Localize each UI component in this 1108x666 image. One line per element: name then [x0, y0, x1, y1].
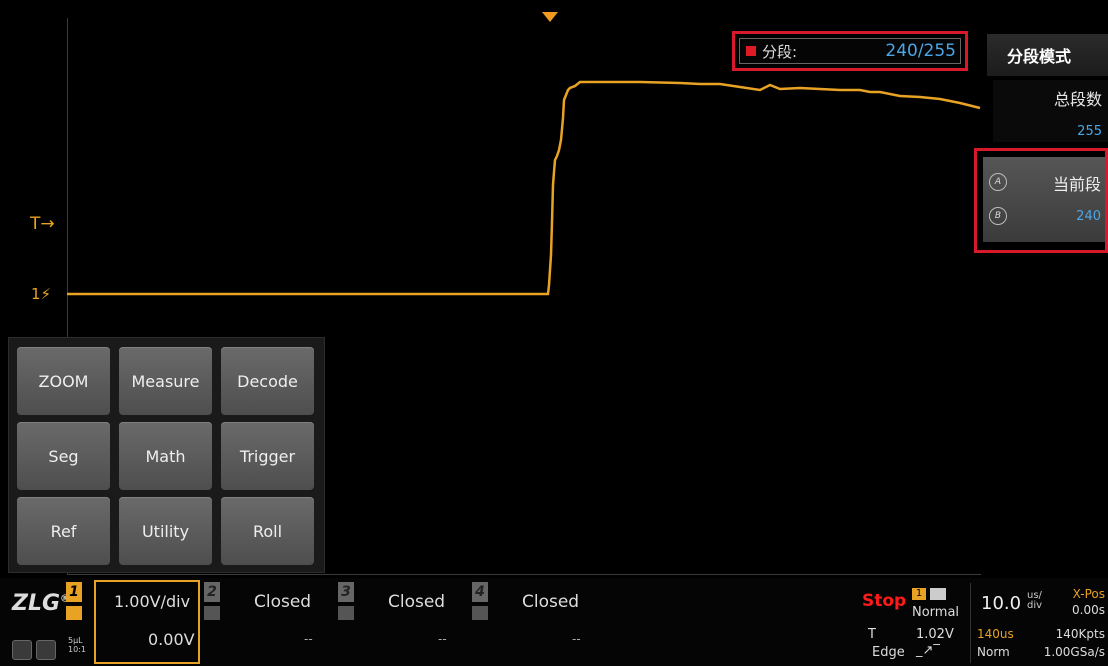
acq-mode: Norm — [977, 645, 1010, 659]
total-segments-item[interactable]: 总段数 255 — [993, 80, 1108, 142]
total-segments-value: 255 — [1077, 124, 1102, 139]
channel3-number: 3 — [338, 582, 354, 602]
channel3-status: Closed — [388, 592, 446, 612]
rising-edge-icon: _↗‾ — [916, 643, 940, 658]
coupling-icon — [472, 606, 488, 620]
timebase-unit: us/ div — [1027, 590, 1043, 611]
coupling-icon — [66, 606, 82, 620]
run-state[interactable]: Stop — [862, 591, 906, 611]
current-segment-value: 240 — [1076, 209, 1101, 224]
channel1-number: 1 — [66, 582, 82, 602]
trigger-source: 1 — [912, 588, 926, 600]
channel4-status: Closed — [522, 592, 580, 612]
trigger-type: Edge — [872, 645, 905, 660]
seg-button[interactable]: Seg — [17, 422, 110, 490]
trigger-level: 1.02V — [916, 627, 954, 642]
record-square-icon — [746, 46, 756, 56]
channel1-probe: 5μL 10:1 — [68, 636, 86, 654]
segment-value: 240/255 — [885, 41, 956, 61]
knob-b-icon: B — [989, 207, 1007, 225]
settings-icon[interactable] — [12, 640, 32, 660]
channel1-ground-marker[interactable]: 1⚡ — [31, 285, 51, 303]
current-segment-highlight: A B 当前段 240 — [974, 148, 1108, 253]
roll-button[interactable]: Roll — [221, 497, 314, 565]
channel1-vdiv: 1.00V/div — [114, 592, 191, 611]
trigger-mode-icon — [930, 588, 946, 600]
current-segment-item[interactable]: A B 当前段 240 — [983, 157, 1105, 242]
channel2-panel[interactable]: 2 Closed -- — [204, 580, 334, 666]
coupling-icon — [338, 606, 354, 620]
knob-a-icon: A — [989, 173, 1007, 191]
coupling-icon — [204, 606, 220, 620]
logo-text: ZLG — [12, 591, 61, 616]
trigger-label: T — [868, 627, 876, 642]
side-menu-title: 分段模式 — [987, 34, 1108, 76]
channel1-panel[interactable]: 1 5μL 10:1 1.00V/div 0.00V — [66, 580, 202, 666]
xpos-value: 0.00s — [1072, 603, 1105, 617]
channel2-number: 2 — [204, 582, 220, 602]
zlg-logo: ZLG® — [12, 591, 70, 616]
channel4-panel[interactable]: 4 Closed -- — [472, 580, 602, 666]
xpos-label: X-Pos — [1072, 587, 1105, 601]
timebase-scale: 10.0 — [981, 593, 1022, 614]
quick-menu-panel: ZOOM Measure Decode Seg Math Trigger Ref… — [8, 337, 325, 573]
channel2-status: Closed — [254, 592, 312, 612]
sample-rate: 1.00GSa/s — [1043, 645, 1105, 659]
channel4-offset: -- — [572, 632, 581, 646]
trigger-level-marker[interactable]: T→ — [30, 214, 55, 234]
current-segment-label: 当前段 — [1052, 175, 1101, 194]
utility-button[interactable]: Utility — [119, 497, 212, 565]
zoom-button[interactable]: ZOOM — [17, 347, 110, 415]
acquisition-panel[interactable]: Stop 1 Normal T 1.02V Edge _↗‾ — [862, 583, 964, 663]
side-menu: 分段模式 总段数 255 — [987, 30, 1108, 570]
channel4-number: 4 — [472, 582, 488, 602]
math-button[interactable]: Math — [119, 422, 212, 490]
measure-button[interactable]: Measure — [119, 347, 212, 415]
screenshot-icon[interactable] — [36, 640, 56, 660]
record-length: 140us — [977, 627, 1014, 641]
oscilloscope-screen: T→ 1⚡ 分段: 240/255 分段模式 总段数 255 A B 当前段 2… — [0, 0, 1108, 666]
trigger-button[interactable]: Trigger — [221, 422, 314, 490]
channel3-panel[interactable]: 3 Closed -- — [338, 580, 468, 666]
decode-button[interactable]: Decode — [221, 347, 314, 415]
segment-indicator-highlight: 分段: 240/255 — [732, 31, 968, 71]
segment-indicator: 分段: 240/255 — [739, 38, 961, 64]
ref-button[interactable]: Ref — [17, 497, 110, 565]
channel1-offset: 0.00V — [148, 630, 195, 649]
points: 140Kpts — [1055, 627, 1105, 641]
timebase-panel[interactable]: 10.0 us/ div X-Pos 0.00s 140us 140Kpts N… — [970, 583, 1108, 663]
total-segments-label: 总段数 — [1053, 90, 1102, 109]
trigger-mode: Normal — [912, 605, 960, 620]
channel2-offset: -- — [304, 632, 313, 646]
channel3-offset: -- — [438, 632, 447, 646]
segment-label: 分段: — [762, 42, 798, 61]
